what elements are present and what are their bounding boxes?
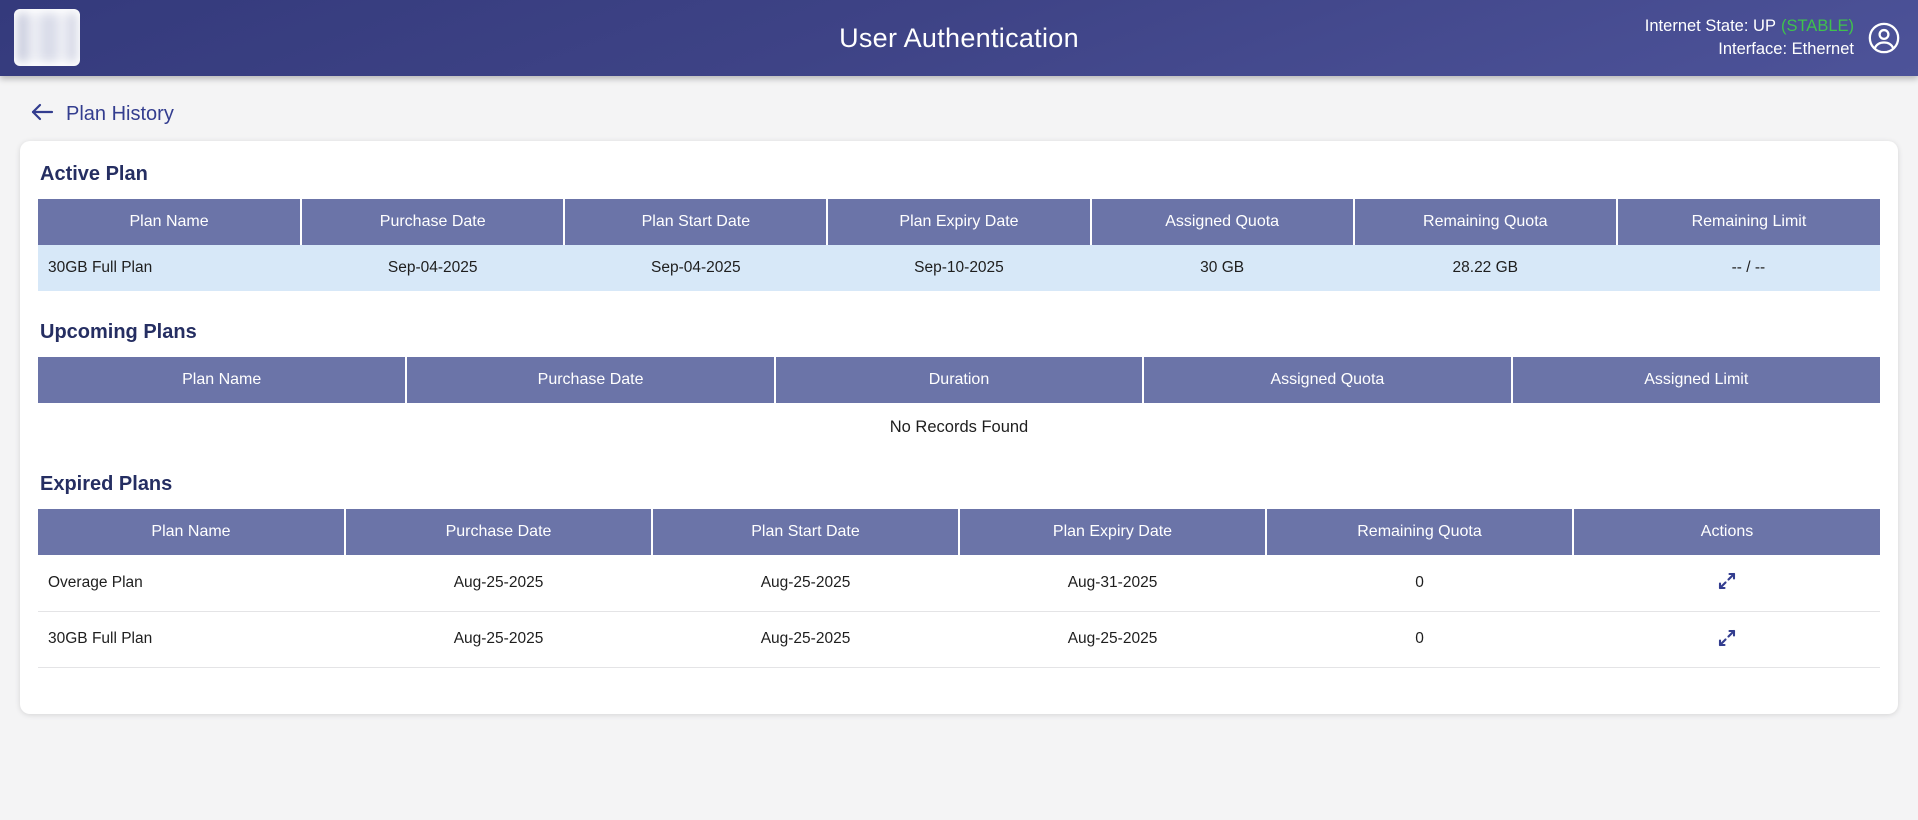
plan-history-card: Active Plan Plan Name Purchase Date Plan… [20,141,1898,714]
top-header-bar: User Authentication Internet State: UP (S… [0,0,1918,76]
table-cell-plan-name: 30GB Full Plan [38,611,345,667]
table-cell: Aug-25-2025 [652,611,959,667]
internet-state-badge: (STABLE) [1781,17,1854,35]
column-header: Remaining Limit [1617,199,1880,245]
table-row: 30GB Full Plan Aug-25-2025 Aug-25-2025 A… [38,611,1880,667]
table-cell: Aug-25-2025 [345,611,652,667]
expired-plans-table: Plan Name Purchase Date Plan Start Date … [38,509,1880,668]
arrow-left-icon[interactable] [30,102,54,127]
column-header: Assigned Quota [1091,199,1354,245]
column-header: Purchase Date [345,509,652,555]
column-header: Actions [1573,509,1880,555]
table-cell: 30 GB [1091,245,1354,291]
table-cell: Aug-31-2025 [959,555,1266,611]
expand-icon[interactable] [1713,624,1741,652]
table-cell-plan-name: Overage Plan [38,555,345,611]
column-header: Plan Expiry Date [827,199,1090,245]
breadcrumb-label: Plan History [66,103,174,126]
table-cell: -- / -- [1617,245,1880,291]
expand-icon[interactable] [1713,567,1741,595]
column-header: Plan Name [38,357,406,403]
table-cell: Aug-25-2025 [345,555,652,611]
table-cell-plan-name: 30GB Full Plan [38,245,301,291]
expired-plans-heading: Expired Plans [40,473,1880,496]
table-cell-actions [1573,555,1880,611]
active-plan-table: Plan Name Purchase Date Plan Start Date … [38,199,1880,291]
user-profile-icon[interactable] [1866,20,1902,56]
table-cell: 28.22 GB [1354,245,1617,291]
table-header-row: Plan Name Purchase Date Duration Assigne… [38,357,1880,403]
table-cell: Sep-04-2025 [301,245,564,291]
table-row: 30GB Full Plan Sep-04-2025 Sep-04-2025 S… [38,245,1880,291]
column-header: Plan Start Date [652,509,959,555]
table-cell: 0 [1266,611,1573,667]
page-title: User Authentication [0,23,1918,54]
back-navigation[interactable]: Plan History [30,102,174,127]
active-plan-heading: Active Plan [40,163,1880,186]
column-header: Plan Expiry Date [959,509,1266,555]
table-cell: Sep-10-2025 [827,245,1090,291]
internet-state-line: Internet State: UP (STABLE) [1645,15,1854,38]
column-header: Plan Start Date [564,199,827,245]
table-cell: Aug-25-2025 [652,555,959,611]
no-records-message: No Records Found [38,403,1880,443]
column-header: Purchase Date [301,199,564,245]
column-header: Plan Name [38,509,345,555]
interface-label: Interface: Ethernet [1645,38,1854,61]
table-header-row: Plan Name Purchase Date Plan Start Date … [38,199,1880,245]
table-header-row: Plan Name Purchase Date Plan Start Date … [38,509,1880,555]
table-cell: Aug-25-2025 [959,611,1266,667]
column-header: Assigned Limit [1512,357,1880,403]
column-header: Remaining Quota [1354,199,1617,245]
column-header: Remaining Quota [1266,509,1573,555]
table-cell-actions [1573,611,1880,667]
table-row: Overage Plan Aug-25-2025 Aug-25-2025 Aug… [38,555,1880,611]
upcoming-plans-table: Plan Name Purchase Date Duration Assigne… [38,357,1880,403]
table-cell: 0 [1266,555,1573,611]
upcoming-plans-heading: Upcoming Plans [40,321,1880,344]
column-header: Duration [775,357,1143,403]
column-header: Plan Name [38,199,301,245]
column-header: Assigned Quota [1143,357,1511,403]
internet-state-label: Internet State: UP [1645,17,1776,35]
connection-status: Internet State: UP (STABLE) Interface: Et… [1645,15,1854,61]
column-header: Purchase Date [406,357,774,403]
table-cell: Sep-04-2025 [564,245,827,291]
